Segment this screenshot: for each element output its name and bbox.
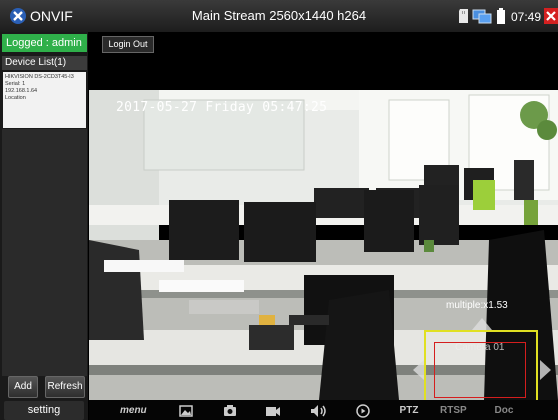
title-bar: ONVIF Main Stream 2560x1440 h264 07:49 bbox=[0, 0, 558, 32]
sd-card-icon bbox=[459, 9, 468, 23]
osd-timestamp: 2017-05-27 Friday 05:47:25 bbox=[116, 100, 328, 115]
battery-icon bbox=[497, 8, 505, 24]
video-record-icon[interactable] bbox=[265, 404, 281, 418]
device-location: Location bbox=[5, 95, 26, 101]
ptz-up-arrow-icon[interactable] bbox=[472, 318, 492, 330]
left-panel: Logged : admin Device List(1) HIKVISION … bbox=[0, 32, 88, 420]
ptz-button[interactable]: PTZ bbox=[398, 404, 420, 418]
setting-button[interactable]: setting bbox=[4, 401, 84, 420]
network-icon bbox=[472, 9, 492, 24]
image-icon[interactable] bbox=[179, 404, 193, 418]
camera-label: Camera 01 bbox=[455, 342, 505, 353]
device-list-item[interactable]: HIKVISION DS-2CD3T45-I3 Serial: 1 192.16… bbox=[3, 72, 86, 128]
doc-button[interactable]: Doc bbox=[492, 404, 516, 418]
logged-status: Logged : admin bbox=[2, 34, 87, 52]
close-icon[interactable] bbox=[544, 8, 558, 24]
device-ip: 192.168.1.64 bbox=[5, 88, 38, 94]
refresh-button[interactable]: Refresh bbox=[45, 376, 85, 398]
play-icon[interactable] bbox=[356, 404, 370, 418]
ptz-left-arrow-icon[interactable] bbox=[413, 360, 424, 380]
menu-button[interactable]: menu bbox=[120, 404, 147, 418]
clock: 07:49 bbox=[511, 10, 542, 24]
speaker-icon[interactable] bbox=[310, 404, 328, 418]
device-list-area bbox=[2, 129, 87, 376]
login-out-button[interactable]: Login Out bbox=[102, 36, 154, 53]
device-model: HIKVISION DS-2CD3T45-I3 bbox=[5, 74, 74, 80]
add-device-button[interactable]: Add bbox=[8, 376, 38, 398]
camera-icon[interactable] bbox=[223, 404, 237, 418]
device-list-header: Device List(1) bbox=[2, 56, 87, 70]
zoom-multiplier: multiple:x1.53 bbox=[446, 300, 508, 311]
ptz-right-arrow-icon[interactable] bbox=[540, 360, 551, 380]
rtsp-button[interactable]: RTSP bbox=[440, 404, 467, 418]
device-serial: Serial: 1 bbox=[5, 81, 26, 87]
